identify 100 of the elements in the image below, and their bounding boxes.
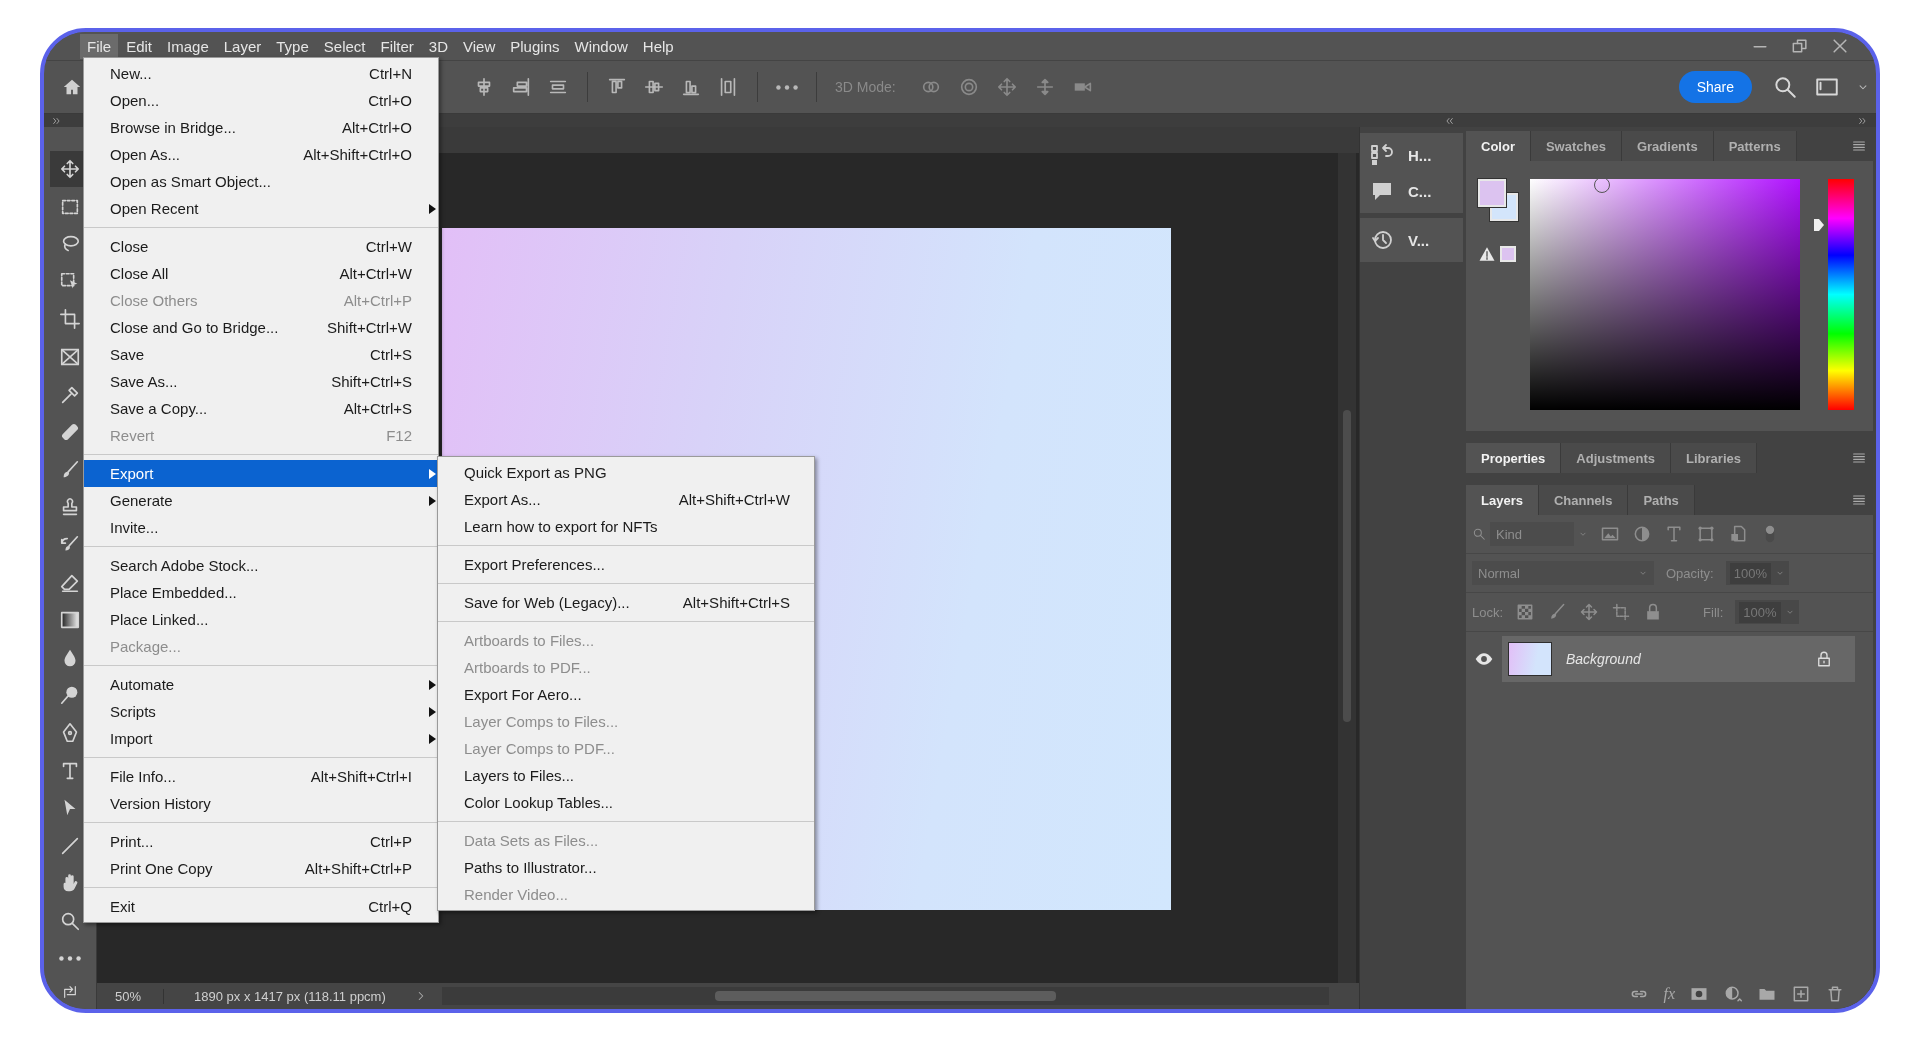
layer-row[interactable]: Background	[1502, 636, 1855, 682]
artboard-icon[interactable]	[1611, 602, 1632, 622]
menu-item[interactable]: Quick Export as PNG	[438, 459, 814, 486]
menu-item[interactable]: Type	[269, 33, 316, 59]
effects-button[interactable]: fx	[1663, 985, 1675, 1003]
image-filter-icon[interactable]	[1600, 524, 1620, 544]
menu-item[interactable]: Print... Ctrl+P	[84, 828, 438, 855]
menu-item[interactable]: Open as Smart Object...	[84, 168, 438, 195]
menu-item[interactable]: File Info... Alt+Shift+Ctrl+I	[84, 763, 438, 790]
menu-item[interactable]: Open... Ctrl+O	[84, 87, 438, 114]
color-swatches[interactable]	[1478, 179, 1518, 221]
submenu-arrow-icon	[429, 495, 436, 506]
panel-tab[interactable]: Swatches	[1530, 131, 1622, 161]
shape-filter-icon[interactable]	[1696, 524, 1716, 544]
panel-tab[interactable]: Properties	[1466, 443, 1562, 473]
share-button[interactable]: Share	[1678, 71, 1752, 103]
restore-icon[interactable]	[1790, 36, 1810, 56]
menu-item[interactable]: Invite...	[84, 514, 438, 541]
menu-item[interactable]: Save As... Shift+Ctrl+S	[84, 368, 438, 395]
collapse-icon[interactable]	[1444, 115, 1454, 126]
color-field[interactable]	[1530, 179, 1800, 410]
panel-tab[interactable]: Color	[1466, 131, 1531, 161]
menu-item[interactable]: Browse in Bridge... Alt+Ctrl+O	[84, 114, 438, 141]
dock-item[interactable]: V...	[1360, 226, 1463, 254]
menu-item[interactable]: Version History	[84, 790, 438, 817]
menu-item[interactable]: Place Linked...	[84, 606, 438, 633]
panel-tab[interactable]: Libraries	[1671, 443, 1757, 473]
menu-label: Generate	[110, 492, 174, 509]
menu-item[interactable]: Open As... Alt+Shift+Ctrl+O	[84, 141, 438, 168]
menu-item[interactable]: Open Recent	[84, 195, 438, 222]
shortcut-label: Alt+Ctrl+P	[343, 292, 412, 309]
adjustment-filter-icon[interactable]	[1632, 524, 1652, 544]
menu-label: Open...	[110, 92, 161, 109]
shortcut-label: Ctrl+P	[369, 833, 412, 850]
vertical-scrollbar[interactable]	[1338, 153, 1356, 983]
menu-item[interactable]: Print One Copy Alt+Shift+Ctrl+P	[84, 855, 438, 882]
menu-item[interactable]: New... Ctrl+N	[84, 60, 438, 87]
menu-item[interactable]: Layer	[216, 33, 269, 59]
dock-item[interactable]: H...	[1360, 141, 1463, 169]
menu-item[interactable]: Plugins	[503, 33, 567, 59]
panel-menu-icon[interactable]	[1851, 492, 1867, 508]
hue-pointer-icon[interactable]	[1814, 219, 1824, 232]
expand-icon[interactable]	[1858, 115, 1868, 126]
filter-field[interactable]: Kind	[1490, 522, 1574, 546]
more-icon[interactable]	[776, 84, 798, 90]
menu-label: Close Others	[110, 292, 199, 309]
menu-item[interactable]: Export For Aero...	[438, 681, 814, 708]
panel-menu-icon[interactable]	[1851, 450, 1867, 466]
menu-item[interactable]: Export Preferences...	[438, 551, 814, 578]
menu-item[interactable]: Exit Ctrl+Q	[84, 893, 438, 920]
menu-item[interactable]: Export As... Alt+Shift+Ctrl+W	[438, 486, 814, 513]
horizontal-scrollbar[interactable]	[441, 987, 1329, 1005]
adjustment-icon[interactable]	[1723, 984, 1743, 1004]
move-icon[interactable]	[1579, 602, 1600, 622]
menu-item[interactable]: File	[80, 33, 119, 59]
menu-item[interactable]: Filter	[373, 33, 421, 59]
panel-tab[interactable]: Adjustments	[1561, 443, 1672, 473]
menu-item[interactable]: Color Lookup Tables...	[438, 789, 814, 816]
menu-item[interactable]: Edit	[119, 33, 160, 59]
align-right-icon[interactable]	[510, 76, 532, 98]
menu-item[interactable]: Select	[316, 33, 373, 59]
panel-tab[interactable]: Paths	[1628, 485, 1695, 515]
menu-item[interactable]: Generate	[84, 487, 438, 514]
menu-item[interactable]: Save for Web (Legacy)... Alt+Shift+Ctrl+S	[438, 589, 814, 616]
new-layer-icon[interactable]	[1791, 984, 1811, 1004]
panel-tab[interactable]: Layers	[1466, 485, 1539, 515]
pan-icon[interactable]	[995, 76, 1018, 98]
menu-item[interactable]: Layers to Files...	[438, 762, 814, 789]
menu-item[interactable]: Image	[160, 33, 216, 59]
menu-item[interactable]: View	[456, 33, 503, 59]
menu-item[interactable]: Search Adobe Stock...	[84, 552, 438, 579]
search-icon[interactable]	[1772, 74, 1798, 100]
menu-item[interactable]: Close Ctrl+W	[84, 233, 438, 260]
menu-item[interactable]: Export	[84, 460, 438, 487]
menu-item[interactable]: Scripts	[84, 698, 438, 725]
type-filter-icon[interactable]	[1664, 524, 1684, 544]
panel-menu-icon[interactable]	[1851, 138, 1867, 154]
menu-item[interactable]: Save a Copy... Alt+Ctrl+S	[84, 395, 438, 422]
menu-item[interactable]: Paths to Illustrator...	[438, 854, 814, 881]
dock-item[interactable]: C...	[1360, 177, 1463, 205]
panel-tab[interactable]: Patterns	[1713, 131, 1797, 161]
menu-label: Automate	[110, 676, 176, 693]
panel-tab[interactable]: Channels	[1538, 485, 1629, 515]
menu-item[interactable]: Automate	[84, 671, 438, 698]
menu-item[interactable]: Close All Alt+Ctrl+W	[84, 260, 438, 287]
menu-item[interactable]: 3D	[421, 33, 456, 59]
smart-object-filter-icon[interactable]	[1728, 524, 1748, 544]
menu-item[interactable]: Save Ctrl+S	[84, 341, 438, 368]
expand-icon[interactable]	[52, 115, 62, 126]
panel-tab[interactable]: Gradients	[1621, 131, 1714, 161]
gamut-swatch[interactable]	[1500, 246, 1516, 262]
menu-item[interactable]: Help	[635, 33, 681, 59]
menu-item[interactable]: Close and Go to Bridge... Shift+Ctrl+W	[84, 314, 438, 341]
menu-item[interactable]: Import	[84, 725, 438, 752]
menu-item[interactable]: Window	[567, 33, 635, 59]
swap-icon[interactable]	[62, 984, 78, 1001]
menu-item[interactable]: Learn how to export for NFTs	[438, 513, 814, 540]
hue-slider[interactable]	[1814, 179, 1854, 410]
menu-item[interactable]: Place Embedded...	[84, 579, 438, 606]
menu-label: Revert	[110, 427, 156, 444]
